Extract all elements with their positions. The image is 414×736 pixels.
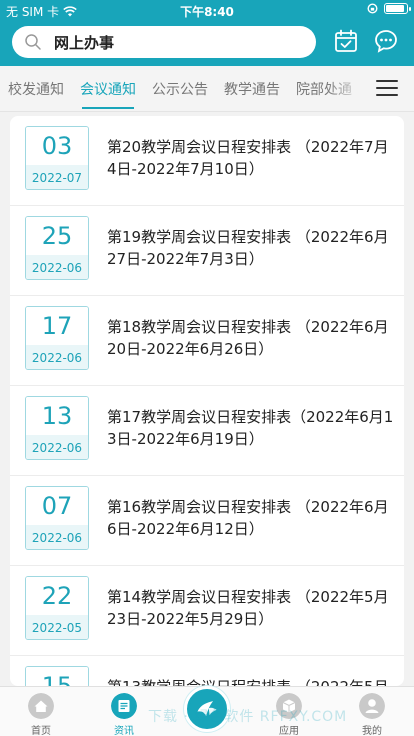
date-badge: 07 2022-06 [25,486,89,550]
category-tabs: 校发通知 会议通知 公示公告 教学通告 院部处通 [0,66,414,112]
list-item[interactable]: 03 2022-07 第20教学周会议日程安排表 （2022年7月4日-2022… [10,116,404,206]
nav-home-label: 首页 [31,726,51,736]
status-bar: 无 SIM 卡 下午8:40 [0,0,414,20]
item-title: 第13教学周会议日程安排表 （2022年5月 [107,676,395,686]
list-item[interactable]: 25 2022-06 第19教学周会议日程安排表 （2022年6月27日-202… [10,206,404,296]
status-right [367,3,411,14]
date-day: 03 [26,127,88,165]
date-day: 17 [26,307,88,345]
date-day: 22 [26,577,88,615]
active-tab-indicator [82,107,134,109]
search-text: 网上办事 [54,33,115,52]
date-day: 07 [26,487,88,525]
date-badge: 13 2022-06 [25,396,89,460]
nav-profile[interactable]: 我的 [342,687,402,736]
tab-public-announcement[interactable]: 公示公告 [152,79,208,99]
battery-icon [384,3,411,14]
search-bar[interactable]: 网上办事 [12,26,316,58]
tab-school-notice[interactable]: 校发通知 [8,79,64,99]
item-title: 第17教学周会议日程安排表（2022年6月13日-2022年6月19日） [107,408,394,448]
item-title: 第16教学周会议日程安排表 （2022年6月6日-2022年6月12日） [107,498,389,538]
list-item[interactable]: 07 2022-06 第16教学周会议日程安排表 （2022年6月6日-2022… [10,476,404,566]
item-title: 第20教学周会议日程安排表 （2022年7月4日-2022年7月10日） [107,138,389,178]
header: 无 SIM 卡 下午8:40 网上办事 [0,0,414,66]
list-item[interactable]: 17 2022-06 第18教学周会议日程安排表 （2022年6月20日-202… [10,296,404,386]
nav-home[interactable]: 首页 [11,687,71,736]
nav-news-label: 资讯 [114,726,134,736]
date-day: 13 [26,397,88,435]
profile-icon [359,693,385,719]
search-icon [25,34,41,50]
date-year-month: 2022-06 [26,345,88,369]
news-icon [111,693,137,719]
date-year-month: 2022-07 [26,165,88,189]
item-title: 第14教学周会议日程安排表 （2022年5月23日-2022年5月29日） [107,588,389,628]
tabs-fade [326,66,366,110]
date-year-month: 2022-06 [26,435,88,459]
calendar-check-icon[interactable] [333,28,359,54]
date-badge: 15 2022-05 [25,666,89,686]
menu-icon[interactable] [376,78,400,98]
list-item[interactable]: 22 2022-05 第14教学周会议日程安排表 （2022年5月23日-202… [10,566,404,656]
date-year-month: 2022-06 [26,525,88,549]
notice-list: 03 2022-07 第20教学周会议日程安排表 （2022年7月4日-2022… [10,116,404,686]
date-badge: 17 2022-06 [25,306,89,370]
nav-profile-label: 我的 [362,726,382,736]
list-item[interactable]: 13 2022-06 第17教学周会议日程安排表（2022年6月13日-2022… [10,386,404,476]
date-badge: 03 2022-07 [25,126,89,190]
date-badge: 25 2022-06 [25,216,89,280]
tab-teaching-notice[interactable]: 教学通告 [224,79,280,99]
date-day: 15 [26,667,88,686]
watermark: 下载 · 绿色软件 RFFXY.COM [148,709,348,725]
date-year-month: 2022-06 [26,255,88,279]
date-badge: 22 2022-05 [25,576,89,640]
home-icon [28,693,54,719]
date-year-month: 2022-05 [26,615,88,639]
item-title: 第18教学周会议日程安排表 （2022年6月20日-2022年6月26日） [107,318,389,358]
tab-meeting-notice[interactable]: 会议通知 [80,79,136,99]
item-title: 第19教学周会议日程安排表 （2022年6月27日-2022年7月3日） [107,228,389,268]
rotation-lock-icon [367,3,378,14]
nav-news[interactable]: 资讯 [94,687,154,736]
chat-icon[interactable] [373,28,399,54]
status-time: 下午8:40 [180,5,234,19]
list-item[interactable]: 15 2022-05 第13教学周会议日程安排表 （2022年5月 [10,656,404,686]
date-day: 25 [26,217,88,255]
